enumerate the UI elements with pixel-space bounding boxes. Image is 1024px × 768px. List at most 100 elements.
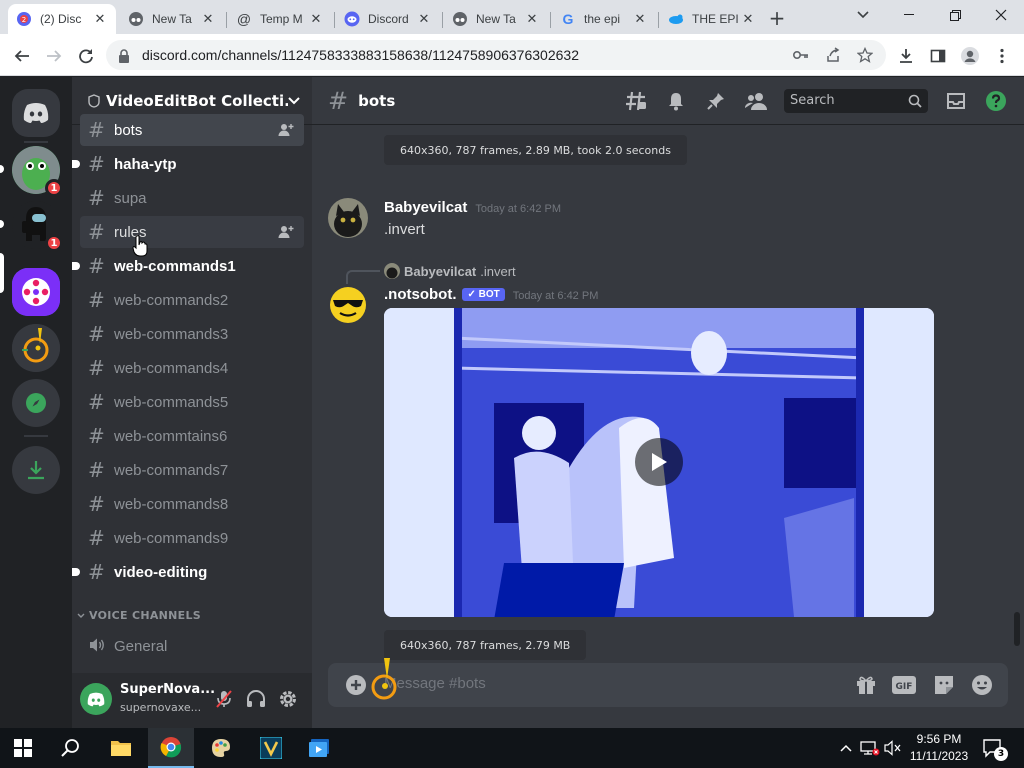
forward-arrow-icon[interactable]	[40, 42, 68, 70]
pin-icon[interactable]	[704, 89, 728, 113]
play-button[interactable]	[635, 438, 683, 486]
start-button[interactable]	[0, 728, 46, 768]
threads-icon[interactable]	[624, 89, 648, 113]
download-icon[interactable]	[892, 42, 920, 70]
browser-tab-5[interactable]: New Ta ✕	[444, 4, 548, 34]
member-list-icon[interactable]	[744, 89, 768, 113]
inbox-icon[interactable]	[944, 89, 968, 113]
browser-tab-4[interactable]: Discord ✕	[336, 4, 440, 34]
server-icon-amongus[interactable]: 1	[12, 201, 63, 252]
emoji-button[interactable]	[970, 673, 994, 697]
browser-tab-2[interactable]: New Ta ✕	[120, 4, 224, 34]
svg-text:GIF: GIF	[896, 682, 913, 692]
channel-haha-ytp[interactable]: # haha-ytp	[72, 148, 304, 180]
browser-tab-7[interactable]: THE EPI ✕	[660, 4, 764, 34]
close-window-icon[interactable]	[978, 0, 1024, 30]
vegas-taskbar-button[interactable]	[248, 728, 294, 768]
channel-bots[interactable]: # bots	[80, 114, 304, 146]
profile-icon[interactable]	[956, 42, 984, 70]
video-attachment[interactable]	[384, 308, 934, 617]
notification-bell-icon[interactable]	[664, 89, 688, 113]
add-member-icon[interactable]	[278, 224, 294, 240]
avatar[interactable]	[328, 285, 368, 325]
key-icon[interactable]	[792, 46, 810, 64]
sticker-button[interactable]	[932, 673, 956, 697]
discord-home-button[interactable]	[12, 89, 60, 137]
browser-tab-1[interactable]: 2 (2) Disc ✕	[8, 4, 116, 34]
close-tab-icon[interactable]: ✕	[92, 11, 108, 27]
close-tab-icon[interactable]: ✕	[524, 11, 540, 27]
channel-web-commands8[interactable]: # web-commands8	[80, 488, 304, 520]
restore-icon[interactable]	[932, 0, 978, 30]
network-icon[interactable]	[860, 740, 880, 756]
channel-web-commands7[interactable]: # web-commands7	[80, 454, 304, 486]
minimize-icon[interactable]	[886, 0, 932, 30]
scrollbar-thumb[interactable]	[1014, 612, 1020, 646]
user-tag: supernovaxe...	[120, 701, 202, 714]
gif-button[interactable]: GIF	[892, 673, 916, 697]
voice-channel-general[interactable]: General	[80, 630, 304, 662]
clock-time[interactable]: 9:56 PM	[906, 732, 972, 746]
side-panel-icon[interactable]	[924, 42, 952, 70]
bookmark-star-icon[interactable]	[856, 46, 874, 64]
tray-chevron-up-icon[interactable]	[838, 740, 854, 756]
explore-servers-button[interactable]	[12, 379, 60, 427]
chrome-taskbar-button[interactable]	[148, 728, 194, 768]
download-apps-button[interactable]	[12, 446, 60, 494]
server-icon-exclamation[interactable]	[12, 324, 60, 372]
back-arrow-icon[interactable]	[8, 42, 36, 70]
browser-tab-3[interactable]: @ Temp M ✕	[228, 4, 332, 34]
file-explorer-button[interactable]	[98, 728, 144, 768]
media-player-taskbar-button[interactable]	[296, 728, 342, 768]
close-tab-icon[interactable]: ✕	[308, 11, 324, 27]
gift-button[interactable]	[854, 673, 878, 697]
channel-web-commands5[interactable]: # web-commands5	[80, 386, 304, 418]
new-tab-icon[interactable]: +	[766, 6, 788, 30]
help-icon[interactable]	[984, 89, 1008, 113]
avatar[interactable]	[80, 683, 112, 715]
paint-taskbar-button[interactable]	[198, 728, 244, 768]
add-member-icon[interactable]	[278, 122, 294, 138]
search-box[interactable]	[784, 89, 928, 113]
lock-icon[interactable]	[118, 48, 130, 67]
channel-supa[interactable]: # supa	[80, 182, 304, 214]
close-tab-icon[interactable]: ✕	[632, 11, 648, 27]
channel-web-commands3[interactable]: # web-commands3	[80, 318, 304, 350]
search-taskbar-button[interactable]	[48, 728, 94, 768]
channel-web-commands9[interactable]: # web-commands9	[80, 522, 304, 554]
username[interactable]: SuperNova...	[120, 682, 215, 697]
kebab-menu-icon[interactable]	[988, 42, 1016, 70]
server-icon-frog[interactable]: 1	[12, 146, 63, 197]
message-author[interactable]: .notsobot. ✓ BOT Today at 6:42 PM	[384, 286, 598, 303]
volume-muted-icon[interactable]	[884, 740, 902, 756]
close-tab-icon[interactable]: ✕	[740, 11, 756, 27]
deafen-button[interactable]	[244, 687, 268, 711]
browser-tab-6[interactable]: G the epi ✕	[552, 4, 656, 34]
hash-icon: #	[88, 118, 105, 142]
channel-web-commands2[interactable]: # web-commands2	[80, 284, 304, 316]
voice-channels-category[interactable]: VOICE CHANNELS	[76, 609, 201, 622]
server-icon-videoeditbot[interactable]	[12, 268, 60, 316]
message-input[interactable]	[384, 675, 824, 692]
avatar[interactable]	[328, 198, 368, 238]
user-settings-button[interactable]	[276, 687, 300, 711]
channel-video-editing[interactable]: # video-editing	[72, 556, 304, 588]
address-bar[interactable]: discord.com/channels/1124758333883158638…	[106, 40, 886, 70]
clock-date[interactable]: 11/11/2023	[906, 749, 972, 763]
channel-rules[interactable]: # rules	[80, 216, 304, 248]
mute-mic-button[interactable]	[212, 687, 236, 711]
channel-web-commands1[interactable]: # web-commands1	[72, 250, 304, 282]
message-author[interactable]: Babyevilcat Today at 6:42 PM	[384, 199, 561, 216]
search-input[interactable]	[790, 93, 900, 108]
tab-search-chevron-icon[interactable]	[840, 0, 886, 30]
reload-icon[interactable]	[72, 42, 100, 70]
channel-web-commands4[interactable]: # web-commands4	[80, 352, 304, 384]
share-icon[interactable]	[824, 46, 842, 64]
channel-web-commtains6[interactable]: # web-commtains6	[80, 420, 304, 452]
browser-toolbar: discord.com/channels/1124758333883158638…	[0, 34, 1024, 76]
hash-icon: #	[88, 288, 105, 312]
close-tab-icon[interactable]: ✕	[200, 11, 216, 27]
reply-reference[interactable]: Babyevilcat .invert	[384, 263, 516, 279]
upload-plus-button[interactable]	[344, 673, 368, 697]
close-tab-icon[interactable]: ✕	[416, 11, 432, 27]
